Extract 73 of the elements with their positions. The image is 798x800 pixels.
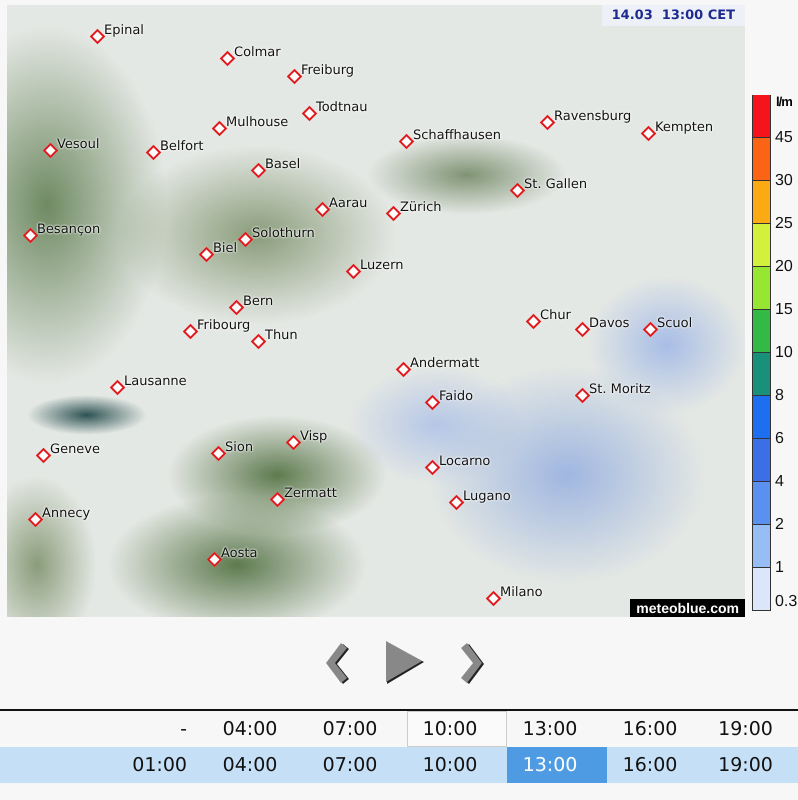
city-label: Davos	[589, 316, 630, 331]
city-label: Chur	[540, 308, 571, 323]
time-cell[interactable]: -	[107, 711, 207, 747]
city-label: Luzern	[360, 258, 404, 273]
city-label: Lausanne	[124, 374, 187, 389]
city-label: Colmar	[234, 45, 281, 60]
city-label: Andermatt	[410, 356, 480, 371]
time-cell[interactable]: 04:00	[207, 747, 307, 783]
time-row[interactable]: - 04:00 07:00 10:00 13:00 16:00 19:00	[0, 711, 798, 747]
legend-label: 4	[775, 473, 784, 491]
city-label: Scuol	[657, 316, 692, 331]
legend-label: 8	[775, 387, 784, 405]
city-label: Thun	[265, 328, 298, 343]
legend-label: 0.3	[775, 593, 798, 611]
time-cell[interactable]: 01:00	[107, 747, 207, 783]
legend-label: 20	[775, 258, 793, 276]
time-cell[interactable]: 07:00	[307, 747, 407, 783]
time-cell[interactable]: 04:00	[207, 711, 307, 747]
city-label: Aosta	[221, 546, 258, 561]
city-label: Faido	[439, 389, 474, 404]
city-label: Milano	[500, 585, 543, 600]
next-button[interactable]	[460, 641, 486, 685]
legend-label: 1	[775, 559, 784, 577]
city-label: St. Moritz	[589, 382, 651, 397]
time-cell[interactable]: 19:00	[707, 711, 798, 747]
legend-label: 30	[775, 172, 793, 190]
play-icon	[384, 640, 426, 686]
city-label: Fribourg	[197, 318, 250, 333]
city-label: Biel	[213, 241, 238, 256]
time-cell[interactable]: 10:00	[407, 711, 507, 747]
city-label: Schaffhausen	[413, 128, 502, 143]
city-label: Todtnau	[316, 100, 368, 115]
city-label: Bern	[243, 294, 274, 309]
time-row[interactable]: 01:00 04:00 07:00 10:00 13:00 16:00 19:00	[0, 747, 798, 783]
legend-label: 25	[775, 215, 793, 233]
city-label: Annecy	[42, 506, 90, 521]
city-label: Basel	[265, 157, 300, 172]
map-credit: meteoblue.com	[630, 599, 745, 617]
map-timestamp: 14.03 13:00 CET	[602, 5, 745, 26]
legend-label: 10	[775, 344, 793, 362]
city-label: Besançon	[37, 222, 100, 237]
city-label: Solothurn	[252, 226, 315, 241]
chevron-right-icon	[460, 641, 486, 685]
city-label: Sion	[225, 440, 254, 455]
previous-button[interactable]	[324, 641, 350, 685]
chevron-left-icon	[324, 641, 350, 685]
city-label: Ravensburg	[554, 109, 632, 124]
city-label: Zürich	[400, 200, 442, 215]
legend-label: 6	[775, 430, 784, 448]
legend-label: 45	[775, 129, 793, 147]
legend-unit: l/m	[776, 94, 792, 109]
time-cell[interactable]: 13:00	[507, 711, 607, 747]
city-label: Kempten	[655, 120, 714, 135]
city-label: Geneve	[50, 442, 100, 457]
time-cell[interactable]: 10:00	[407, 747, 507, 783]
play-button[interactable]	[384, 640, 426, 686]
city-label: Epinal	[104, 23, 144, 38]
city-label: Lugano	[463, 489, 511, 504]
city-label: Mulhouse	[226, 115, 288, 130]
time-cell[interactable]: 19:00	[707, 747, 798, 783]
legend-label: 15	[775, 301, 793, 319]
city-label: St. Gallen	[524, 177, 588, 192]
city-label: Aarau	[329, 196, 368, 211]
time-cell[interactable]: 16:00	[607, 711, 707, 747]
legend-label: 2	[775, 516, 784, 534]
time-cell[interactable]: 16:00	[607, 747, 707, 783]
city-label: Freiburg	[301, 63, 354, 78]
city-label: Belfort	[160, 139, 204, 154]
city-label: Locarno	[439, 454, 490, 469]
time-cell[interactable]: 07:00	[307, 711, 407, 747]
city-label: Visp	[300, 429, 328, 444]
city-label: Zermatt	[284, 486, 337, 501]
city-label: Vesoul	[57, 137, 100, 152]
